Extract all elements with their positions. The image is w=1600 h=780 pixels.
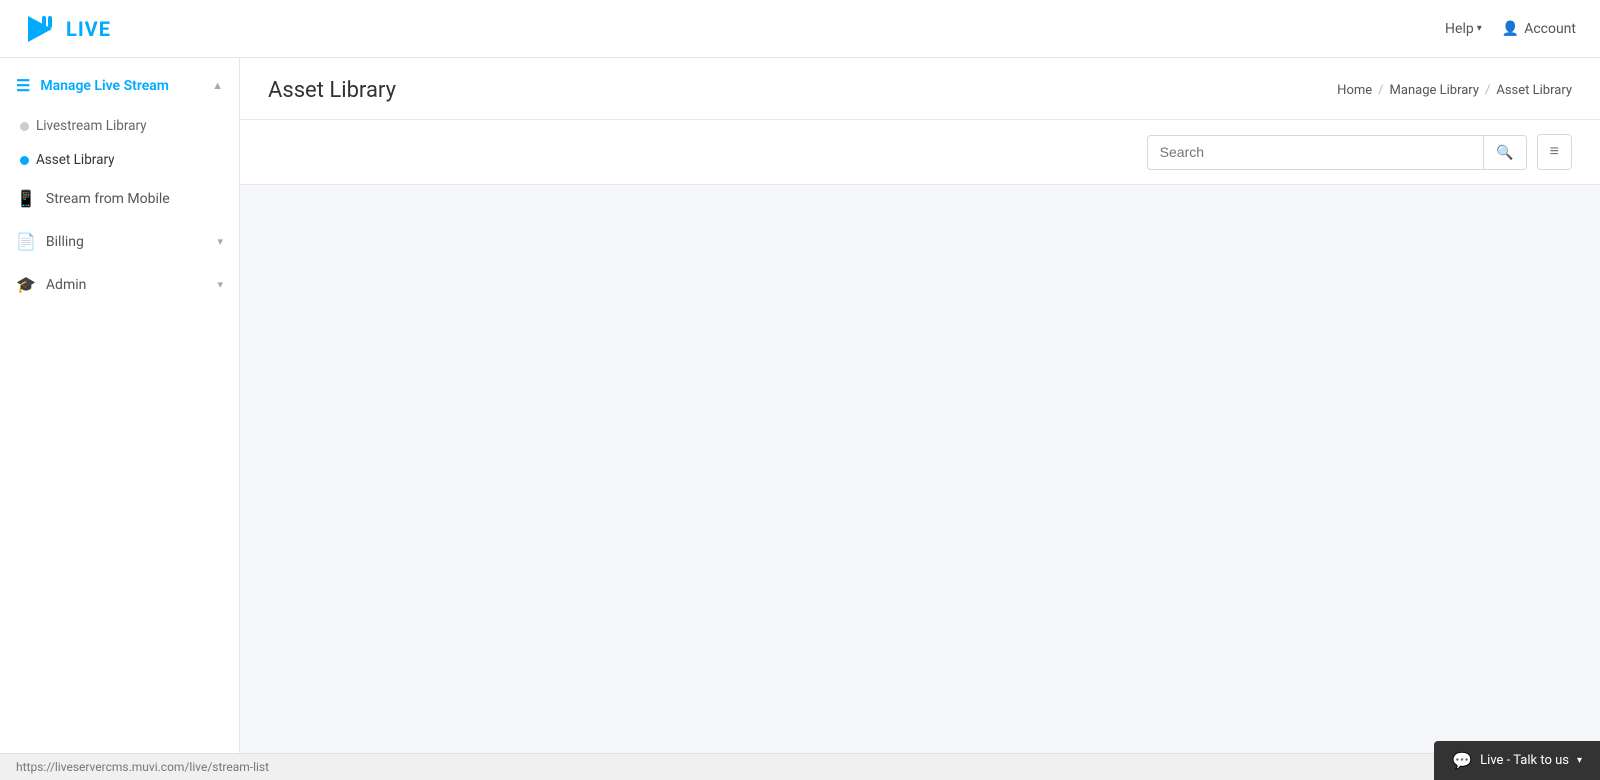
asset-library-dot (20, 156, 29, 165)
sort-button[interactable]: ≡ (1537, 134, 1572, 170)
admin-icon: 🎓 (16, 275, 36, 294)
sidebar-item-stream-from-mobile[interactable]: 📱 Stream from Mobile (0, 177, 239, 220)
status-bar: https://liveservercms.muvi.com/live/stre… (0, 753, 1600, 780)
top-nav: LIVE Help ▾ 👤 Account (0, 0, 1600, 58)
chat-chevron-icon: ▾ (1577, 755, 1582, 766)
logo-text: LIVE (66, 17, 111, 41)
sidebar-item-livestream-library[interactable]: Livestream Library (0, 109, 239, 143)
sidebar-item-billing[interactable]: 📄 Billing ▾ (0, 220, 239, 263)
chat-icon: 💬 (1452, 751, 1472, 770)
content-header: Asset Library Home / Manage Library / As… (240, 58, 1600, 120)
sidebar-item-admin[interactable]: 🎓 Admin ▾ (0, 263, 239, 306)
breadcrumb-home[interactable]: Home (1337, 83, 1372, 98)
livestream-library-dot (20, 122, 29, 131)
breadcrumb-sep-1: / (1378, 83, 1383, 98)
breadcrumb-current: Asset Library (1496, 83, 1572, 98)
billing-chevron-icon: ▾ (217, 235, 223, 248)
search-button[interactable]: 🔍 (1483, 136, 1525, 169)
content-body (240, 185, 1600, 753)
nav-right: Help ▾ 👤 Account (1445, 21, 1576, 37)
sidebar: ☰ Manage Live Stream ▲ Livestream Librar… (0, 58, 240, 753)
account-button[interactable]: 👤 Account (1502, 21, 1576, 37)
page-title: Asset Library (268, 78, 396, 103)
chat-widget[interactable]: 💬 Live - Talk to us ▾ (1434, 741, 1600, 780)
help-chevron-icon: ▾ (1477, 23, 1482, 34)
main-content: Asset Library Home / Manage Library / As… (240, 58, 1600, 753)
breadcrumb: Home / Manage Library / Asset Library (1337, 83, 1572, 98)
content-toolbar: 🔍 ≡ (240, 120, 1600, 185)
page-title-area: Asset Library Home / Manage Library / As… (268, 78, 1572, 119)
manage-live-stream-chevron-icon: ▲ (212, 79, 223, 92)
breadcrumb-sep-2: / (1485, 83, 1490, 98)
account-user-icon: 👤 (1502, 21, 1519, 37)
layout: ☰ Manage Live Stream ▲ Livestream Librar… (0, 58, 1600, 753)
manage-live-stream-icon: ☰ (16, 76, 30, 95)
billing-icon: 📄 (16, 232, 36, 251)
logo-area[interactable]: LIVE (24, 12, 111, 46)
search-icon: 🔍 (1496, 144, 1513, 160)
sort-icon: ≡ (1550, 143, 1559, 160)
admin-chevron-icon: ▾ (217, 278, 223, 291)
stream-mobile-icon: 📱 (16, 189, 36, 208)
search-input[interactable] (1148, 136, 1484, 168)
search-box: 🔍 (1147, 135, 1527, 170)
sidebar-item-asset-library[interactable]: Asset Library (0, 143, 239, 177)
help-button[interactable]: Help ▾ (1445, 21, 1482, 37)
sidebar-section-title: ☰ Manage Live Stream (16, 76, 169, 95)
breadcrumb-manage-library[interactable]: Manage Library (1390, 83, 1479, 98)
logo-icon (24, 12, 58, 46)
manage-live-stream-section[interactable]: ☰ Manage Live Stream ▲ (0, 58, 239, 109)
